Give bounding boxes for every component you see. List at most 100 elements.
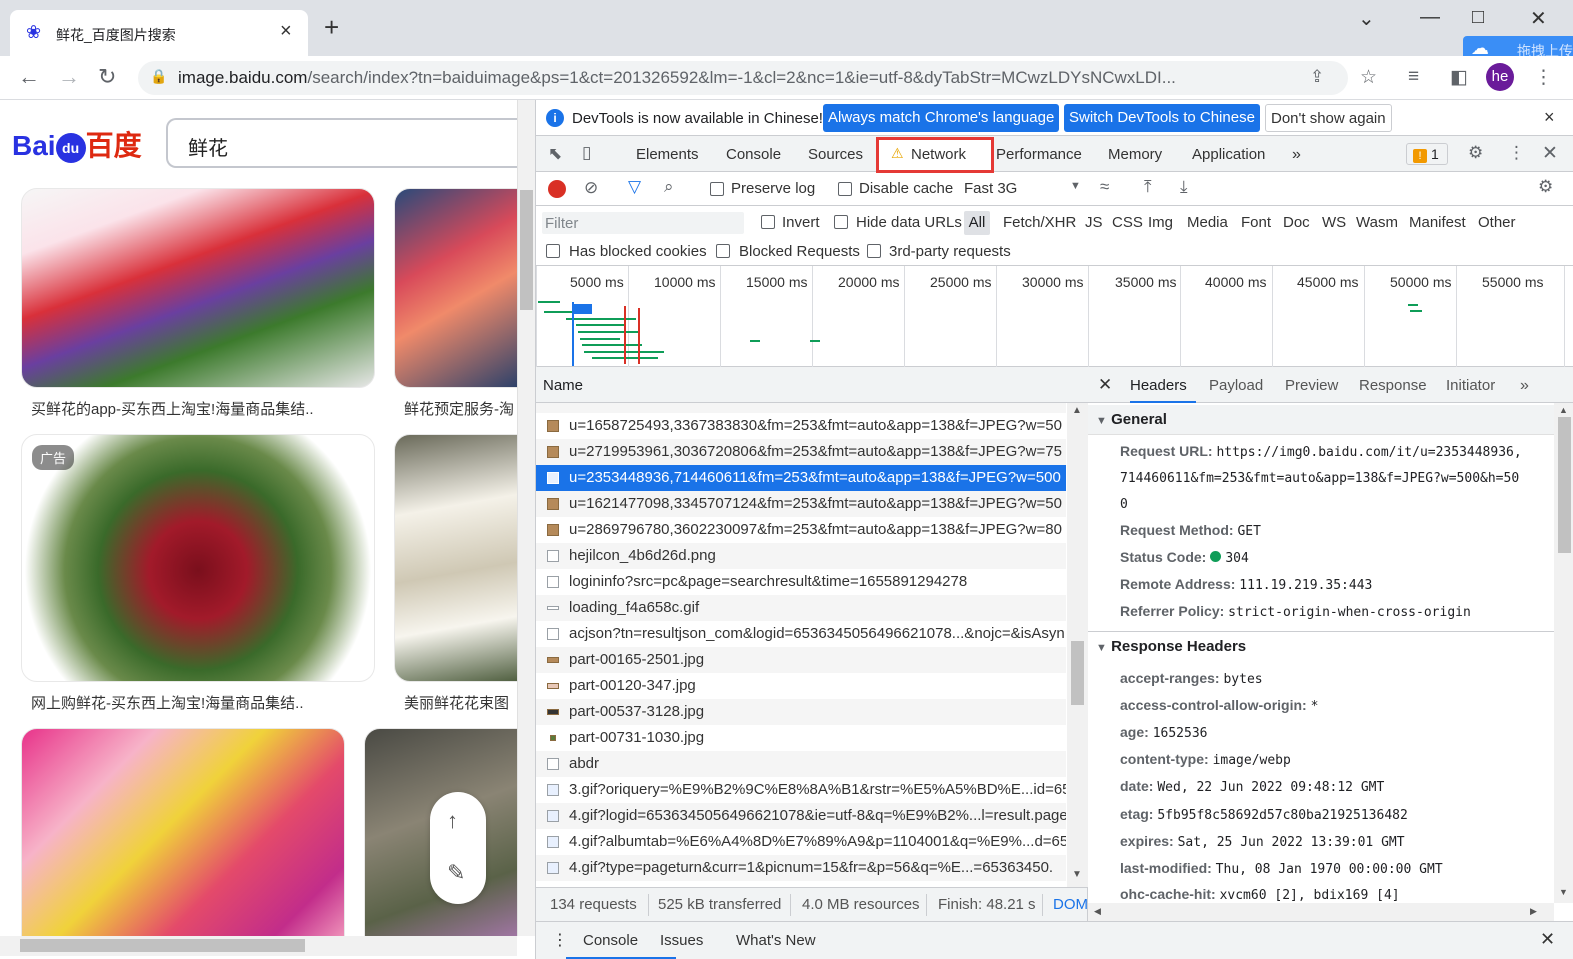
invert-checkbox[interactable] xyxy=(761,215,775,229)
table-row-selected[interactable]: u=2353448936,714460611&fm=253&fmt=auto&a… xyxy=(536,465,1066,491)
device-toolbar-icon[interactable]: ▯ xyxy=(582,143,591,163)
table-row[interactable]: part-00537-3128.jpg xyxy=(536,699,1066,725)
close-details-icon[interactable]: ✕ xyxy=(1098,375,1112,395)
preserve-log-checkbox[interactable] xyxy=(710,182,724,196)
table-row[interactable]: part-00731-1030.jpg xyxy=(536,725,1066,751)
close-tab-icon[interactable]: × xyxy=(280,20,292,43)
third-party-checkbox[interactable] xyxy=(867,244,881,258)
kebab-menu-icon[interactable]: ⋮ xyxy=(1534,66,1553,89)
filter-type-ws[interactable]: WS xyxy=(1322,214,1346,231)
image-result-5[interactable] xyxy=(21,728,345,936)
address-bar[interactable]: 🔒 image.baidu.com/search/index?tn=baidui… xyxy=(138,61,1377,95)
scroll-up-icon[interactable]: ▲ xyxy=(1559,405,1568,415)
table-row[interactable]: 4.gif?type=pageturn&curr=1&picnum=15&fr=… xyxy=(536,855,1066,881)
tab-headers-label[interactable]: Headers xyxy=(1130,377,1187,394)
import-har-icon[interactable]: ⤒ xyxy=(1144,177,1152,197)
search-icon[interactable]: ⌕ xyxy=(664,177,674,197)
switch-to-chinese-button[interactable]: Switch DevTools to Chinese xyxy=(1064,104,1260,132)
filter-type-font[interactable]: Font xyxy=(1241,214,1271,231)
network-settings-icon[interactable]: ⚙ xyxy=(1538,177,1553,197)
side-panel-icon[interactable]: ◧ xyxy=(1450,66,1468,89)
table-row[interactable] xyxy=(536,403,1066,413)
image-result-1[interactable] xyxy=(21,188,375,388)
tab-performance[interactable]: Performance xyxy=(996,146,1082,163)
has-blocked-cookies-checkbox[interactable] xyxy=(546,244,560,258)
tab-application[interactable]: Application xyxy=(1192,146,1265,163)
tab-elements[interactable]: Elements xyxy=(636,146,699,163)
network-overview-timeline[interactable]: 5000 ms 10000 ms 15000 ms 20000 ms 25000… xyxy=(536,266,1573,367)
tab-response[interactable]: Response xyxy=(1359,377,1427,394)
clear-icon[interactable]: ⊘ xyxy=(584,178,598,198)
dont-show-again-button[interactable]: Don't show again xyxy=(1265,104,1392,132)
filter-type-other[interactable]: Other xyxy=(1478,214,1516,231)
drawer-tab-console-label[interactable]: Console xyxy=(583,932,638,949)
back-to-top-icon[interactable]: ↑ xyxy=(447,808,458,834)
disable-cache-checkbox[interactable] xyxy=(838,182,852,196)
filter-funnel-icon[interactable]: ▽ xyxy=(628,177,641,197)
image-result-2[interactable] xyxy=(394,188,517,388)
image-caption[interactable]: 网上购鲜花-买东西上淘宝!海量商品集结.. xyxy=(31,692,304,713)
scroll-thumb[interactable] xyxy=(1558,417,1571,553)
match-chrome-language-button[interactable]: Always match Chrome's language xyxy=(823,104,1060,132)
table-row[interactable]: u=1621477098,3345707124&fm=253&fmt=auto&… xyxy=(536,491,1066,517)
tab-console[interactable]: Console xyxy=(726,146,781,163)
table-row[interactable]: loading_f4a658c.gif xyxy=(536,595,1066,621)
devtools-menu-icon[interactable]: ⋮ xyxy=(1508,143,1525,163)
filter-type-fetch-xhr[interactable]: Fetch/XHR xyxy=(1003,214,1076,231)
tab-initiator[interactable]: Initiator xyxy=(1446,377,1495,394)
back-icon[interactable]: ← xyxy=(18,64,40,90)
image-caption[interactable]: 鲜花预定服务-淘 xyxy=(404,398,514,419)
disable-cache-label[interactable]: Disable cache xyxy=(859,180,953,197)
page-vertical-scrollbar[interactable] xyxy=(517,100,535,936)
filter-type-media[interactable]: Media xyxy=(1187,214,1228,231)
table-row[interactable]: 3.gif?oriquery=%E9%B2%9C%E8%8A%B1&rstr=%… xyxy=(536,777,1066,803)
general-section-header[interactable]: ▼ General xyxy=(1088,405,1554,435)
has-blocked-cookies-label[interactable]: Has blocked cookies xyxy=(569,243,707,260)
tab-memory[interactable]: Memory xyxy=(1108,146,1162,163)
network-conditions-icon[interactable]: ≈ xyxy=(1100,177,1109,197)
filter-type-img[interactable]: Img xyxy=(1148,214,1173,231)
new-tab-icon[interactable]: + xyxy=(324,14,339,40)
tab-preview[interactable]: Preview xyxy=(1285,377,1338,394)
scroll-down-icon[interactable]: ▼ xyxy=(1559,887,1568,897)
table-row[interactable]: u=2869796780,3602230097&fm=253&fmt=auto&… xyxy=(536,517,1066,543)
preserve-log-label[interactable]: Preserve log xyxy=(731,180,815,197)
blocked-requests-checkbox[interactable] xyxy=(716,244,730,258)
bookmark-star-icon[interactable]: ☆ xyxy=(1360,66,1377,89)
filter-type-js[interactable]: JS xyxy=(1085,214,1103,231)
image-caption[interactable]: 买鲜花的app-买东西上淘宝!海量商品集结.. xyxy=(31,398,314,419)
name-column-header[interactable]: Name xyxy=(536,367,1088,403)
hide-data-urls-label[interactable]: Hide data URLs xyxy=(856,214,962,231)
table-row[interactable]: u=1658725493,3367383830&fm=253&fmt=auto&… xyxy=(536,413,1066,439)
filter-type-doc[interactable]: Doc xyxy=(1283,214,1310,231)
settings-gear-icon[interactable]: ⚙ xyxy=(1468,143,1483,163)
third-party-label[interactable]: 3rd-party requests xyxy=(889,243,1011,260)
reading-list-icon[interactable]: ≡ xyxy=(1408,66,1419,88)
image-caption[interactable]: 美丽鲜花花束图 xyxy=(404,692,509,713)
table-row[interactable]: 4.gif?logid=6536345056496621078&ie=utf-8… xyxy=(536,803,1066,829)
close-devtools-icon[interactable]: ✕ xyxy=(1542,142,1558,165)
scroll-right-icon[interactable]: ▶ xyxy=(1530,906,1537,917)
image-result-4[interactable] xyxy=(394,434,517,682)
table-row[interactable]: part-00120-347.jpg xyxy=(536,673,1066,699)
minimize-icon[interactable]: — xyxy=(1420,6,1440,29)
filter-type-all[interactable]: All xyxy=(964,211,990,235)
request-list-scrollbar[interactable]: ▲ ▼ xyxy=(1067,403,1088,887)
inspect-element-icon[interactable]: ⬉ xyxy=(548,144,562,164)
hide-data-urls-checkbox[interactable] xyxy=(834,215,848,229)
browser-tab[interactable]: ❀ 鲜花_百度图片搜索 × xyxy=(10,10,308,56)
feedback-pencil-icon[interactable]: ✎ xyxy=(447,860,465,886)
throttling-select[interactable]: Fast 3G xyxy=(964,180,1017,197)
table-row[interactable]: part-00165-2501.jpg xyxy=(536,647,1066,673)
tab-payload[interactable]: Payload xyxy=(1209,377,1263,394)
close-window-icon[interactable]: ✕ xyxy=(1530,6,1547,31)
drawer-tab-whats-new[interactable]: What's New xyxy=(736,932,816,949)
table-row[interactable]: acjson?tn=resultjson_com&logid=653634505… xyxy=(536,621,1066,647)
scroll-down-icon[interactable]: ▼ xyxy=(1072,869,1082,880)
close-drawer-icon[interactable]: ✕ xyxy=(1540,929,1555,950)
search-input[interactable]: 鲜花 xyxy=(166,118,517,168)
image-result-3[interactable]: 广告 xyxy=(21,434,375,682)
drawer-tab-issues[interactable]: Issues xyxy=(660,932,703,949)
scroll-thumb[interactable] xyxy=(20,939,305,952)
scroll-thumb[interactable] xyxy=(520,190,533,310)
